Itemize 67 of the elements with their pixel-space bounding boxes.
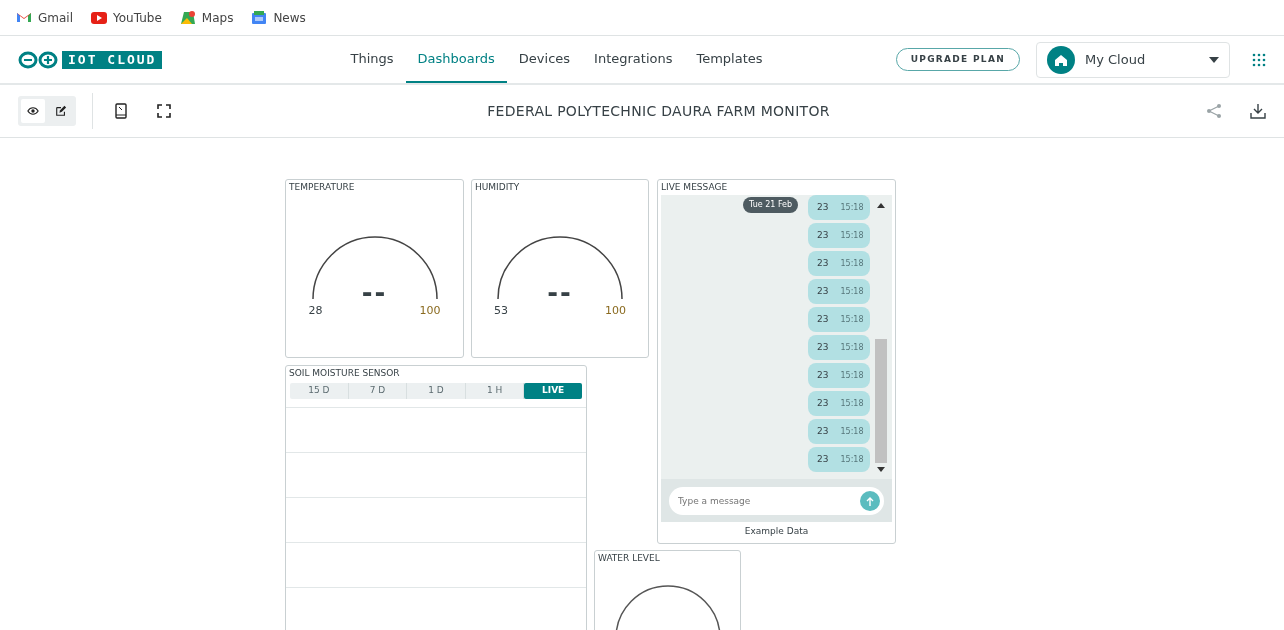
message-time: 15:18 [840,397,864,410]
apps-grid-icon[interactable] [1252,52,1266,67]
share-icon[interactable] [1206,103,1222,119]
time-range-tab[interactable]: 7 D [348,383,408,399]
nav-tab[interactable]: Dashboards [405,35,507,84]
widget-caption: Example Data [743,525,810,538]
message-text: 23 [817,284,829,298]
upgrade-button[interactable]: UPGRADE PLAN [895,47,1020,72]
gauge-min: 53 [494,303,508,319]
map-pin-icon [179,9,196,26]
fullscreen-icon[interactable] [157,104,171,118]
play-icon [91,9,107,26]
message-time: 15:18 [840,257,864,270]
message-time: 15:18 [840,313,864,326]
message-text: 23 [817,452,829,466]
widget-title: SOIL MOISTURE SENSOR [288,367,401,380]
gauge-value: -- [547,283,573,303]
bookmark-link[interactable]: News [251,8,306,27]
message-text: 23 [817,200,829,214]
space-name: My Cloud [1085,50,1146,69]
message-text: 23 [817,368,829,382]
gauge-max: 100 [419,303,441,319]
message-time: 15:18 [840,453,864,466]
message-time: 15:18 [840,201,864,214]
gauge-min: 28 [308,303,323,319]
widget-title: LIVE MESSAGE [660,181,729,194]
date-chip: Tue 21 Feb [743,197,799,213]
time-range-tab[interactable]: 1 D [407,383,466,399]
message-text: 23 [817,340,829,354]
message-time: 15:18 [840,425,864,438]
gauge-value: -- [361,283,388,303]
time-range-tab[interactable]: LIVE [524,383,582,399]
message-time: 15:18 [840,285,864,298]
time-range-tab[interactable]: 15 D [290,383,349,399]
message-text: 23 [817,228,829,242]
space-selector[interactable]: My Cloud [1036,41,1230,78]
message-time: 15:18 [840,229,864,242]
message-time: 15:18 [840,369,864,382]
view-mode-button[interactable] [21,99,45,123]
bookmark-link[interactable]: Gmail [16,8,73,27]
caret-icon [1209,56,1219,63]
bookmark-link[interactable]: Maps [179,8,234,27]
message-text: 23 [817,396,829,410]
gauge-max: 100 [605,303,626,319]
phone-icon[interactable] [115,103,127,119]
newspaper-icon [251,9,268,26]
bookmark-link[interactable]: YouTube [91,8,162,27]
eye-icon [27,104,39,118]
nav-tab[interactable]: Devices [506,35,583,84]
arrow-up-icon [866,496,874,506]
nav-tab[interactable]: Things [338,35,406,84]
widget-title: WATER LEVEL [597,552,661,565]
message-input[interactable]: Type a message [669,487,884,515]
infinity-logo-icon [18,50,58,69]
nav-tab[interactable]: Templates [684,35,775,84]
widget-title: HUMIDITY [474,181,521,194]
download-icon[interactable] [1250,103,1266,119]
message-time: 15:18 [840,341,864,354]
widget-title: TEMPERATURE [288,181,356,194]
home-icon [1047,45,1075,74]
message-text: 23 [817,256,829,270]
logo-text: IOT CLOUD [62,50,163,69]
message-text: 23 [817,424,829,438]
message-text: 23 [817,312,829,326]
nav-tab[interactable]: Integrations [582,35,685,84]
dashboard-title: FEDERAL POLYTECHNIC DAURA FARM MONITOR [486,101,831,121]
edit-icon [55,104,67,118]
